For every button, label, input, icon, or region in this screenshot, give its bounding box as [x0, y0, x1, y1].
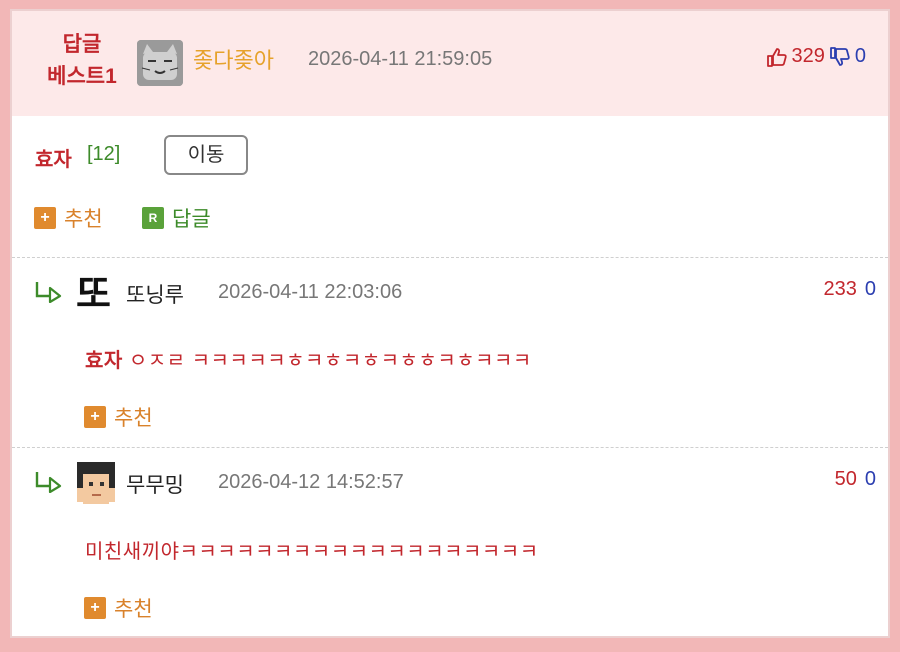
thumbs-down-icon[interactable]	[829, 46, 851, 68]
comment-frame: 답글 베스트1 좆다좆아 2026-04-11 21:59:05 329 0 효…	[0, 0, 900, 652]
recommend-label: 추천	[64, 208, 103, 231]
reply-arrow-icon	[33, 469, 63, 494]
mention-nickname: 효자	[85, 350, 123, 372]
recommend-button[interactable]: + 추천	[84, 593, 153, 623]
pixel-face-avatar[interactable]	[73, 460, 119, 506]
best-votes: 329 0	[766, 45, 866, 68]
reply-arrow-icon	[33, 279, 63, 304]
tto-avatar-glyph: 또	[76, 272, 111, 313]
cat-face-icon[interactable]	[137, 40, 183, 86]
comment-panel: 답글 베스트1 좆다좆아 2026-04-11 21:59:05 329 0 효…	[10, 9, 890, 638]
best-reply-header: 답글 베스트1 좆다좆아 2026-04-11 21:59:05 329 0	[12, 11, 888, 116]
reply-text: 미친새끼야ㅋㅋㅋㅋㅋㅋㅋㅋㅋㅋㅋㅋㅋㅋㅋㅋㅋㅋㅋ	[85, 535, 539, 564]
best-label-line1: 답글	[62, 33, 102, 56]
reply-body: 미친새끼야ㅋㅋㅋㅋㅋㅋㅋㅋㅋㅋㅋㅋㅋㅋㅋㅋㅋㅋㅋ	[85, 541, 539, 563]
reply-button[interactable]: R 답글	[142, 203, 211, 233]
move-button[interactable]: 이동	[164, 135, 248, 175]
reply-upvote-count: 50	[834, 468, 857, 490]
reply-datetime: 2026-04-12 14:52:57	[218, 471, 404, 493]
best-nickname[interactable]: 좆다좆아	[193, 43, 274, 75]
tto-text-avatar[interactable]: 또	[74, 269, 120, 316]
best-downvote-count: 0	[854, 45, 866, 67]
reply-r-icon: R	[142, 207, 164, 229]
recommend-label: 추천	[114, 598, 153, 621]
reply-votes: 233 0	[824, 278, 877, 301]
divider	[12, 257, 888, 258]
thumbs-up-icon[interactable]	[766, 46, 788, 68]
reply-downvote-count: 0	[864, 468, 876, 490]
best-label-line2: 베스트1	[47, 65, 117, 88]
reply-label: 답글	[172, 208, 211, 231]
reply-upvote-count: 233	[823, 278, 857, 300]
best-upvote-count: 329	[791, 45, 825, 67]
plus-icon: +	[84, 597, 106, 619]
divider	[12, 447, 888, 448]
plus-icon: +	[34, 207, 56, 229]
parent-comment-nickname[interactable]: 효자	[35, 143, 72, 172]
reply-body: ㅇㅈㄹ ㅋㅋㅋㅋㅋㅎㅋㅎㅋㅎㅋㅎㅎㅋㅎㅋㅋㅋ	[122, 350, 532, 372]
best-reply-badge: 답글 베스트1	[38, 29, 126, 93]
best-datetime: 2026-04-11 21:59:05	[308, 48, 493, 70]
plus-icon: +	[84, 406, 106, 428]
recommend-label: 추천	[114, 407, 153, 430]
reply-downvote-count: 0	[864, 278, 876, 300]
recommend-button[interactable]: + 추천	[84, 402, 153, 432]
reply-votes: 50 0	[835, 468, 876, 491]
reply-nickname[interactable]: 또닝루	[126, 279, 184, 309]
reply-text: 효자 ㅇㅈㄹ ㅋㅋㅋㅋㅋㅎㅋㅎㅋㅎㅋㅎㅎㅋㅎㅋㅋㅋ	[85, 344, 532, 373]
reply-nickname[interactable]: 무무밍	[126, 469, 184, 499]
reply-count: [12]	[87, 143, 121, 165]
recommend-button[interactable]: + 추천	[34, 203, 103, 233]
reply-datetime: 2026-04-11 22:03:06	[218, 281, 403, 303]
